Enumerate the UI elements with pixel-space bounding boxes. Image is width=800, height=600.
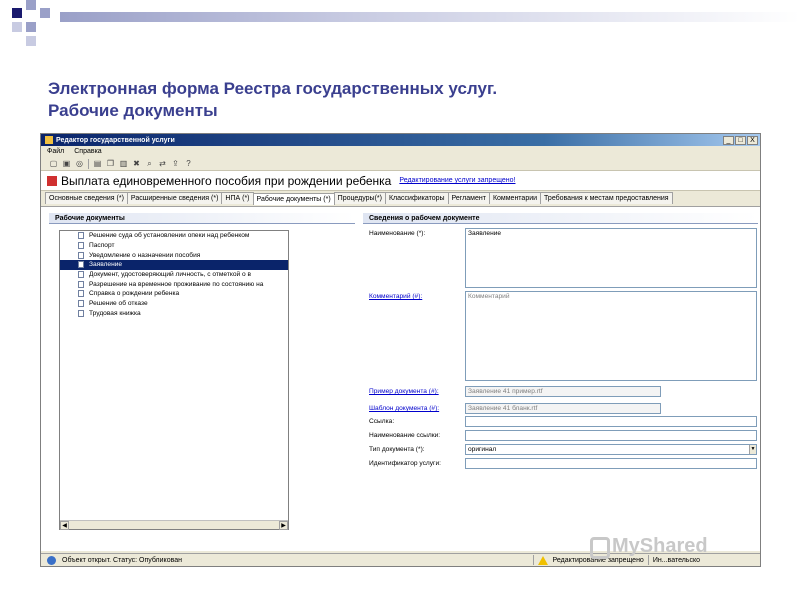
edit-service-link[interactable]: Редактирование услуги запрещено! [399, 177, 515, 184]
menu-file[interactable]: Файл [47, 148, 64, 155]
watermark: MyShared [612, 535, 708, 557]
list-item[interactable]: Документ, удостоверяющий личность, с отм… [60, 270, 288, 280]
tab-bar: Основные сведения (*) Расширенные сведен… [41, 191, 760, 205]
horizontal-scrollbar[interactable]: ◀ ▶ [60, 520, 288, 530]
tab-work-documents[interactable]: Рабочие документы (*) [252, 193, 335, 205]
doctype-value: оригинал [468, 446, 497, 453]
info-icon [47, 555, 56, 565]
list-item[interactable]: Решение суда об установлении опеки над р… [60, 231, 288, 241]
list-item[interactable]: Уведомление о назначении пособия [60, 250, 288, 260]
document-icon [78, 280, 84, 288]
slide-title-line1: Электронная форма Реестра государственны… [48, 79, 498, 98]
tab-classifiers[interactable]: Классификаторы [384, 192, 449, 204]
list-item[interactable]: Трудовая книжка [60, 309, 288, 319]
window-titlebar[interactable]: Редактор государственной услуги _ □ X [41, 134, 760, 146]
scroll-right-icon[interactable]: ▶ [279, 521, 288, 530]
documents-tree[interactable]: Решение суда об установлении опеки над р… [59, 230, 289, 530]
maximize-button[interactable]: □ [735, 135, 746, 145]
service-id-label: Идентификатор услуги: [369, 460, 441, 467]
deco-gradient-bar [60, 12, 800, 22]
minimize-button[interactable]: _ [723, 135, 734, 145]
link-label: Ссылка: [369, 418, 395, 425]
copy-icon[interactable]: ❐ [106, 159, 115, 168]
tab-npa[interactable]: НПА (*) [221, 192, 254, 204]
document-icon [78, 242, 84, 250]
toolbar: ▢ ▣ ◎ ▤ ❐ ▥ ✖ ⌕ ⇄ ⇪ ? [41, 157, 760, 171]
toolbar-separator [88, 158, 89, 169]
slide-title-line2: Рабочие документы [48, 101, 218, 120]
document-icon [78, 290, 84, 298]
comment-label[interactable]: Комментарий (#): [369, 293, 422, 300]
app-window: Редактор государственной услуги _ □ X Фа… [40, 133, 761, 567]
watermark-icon [590, 537, 610, 559]
deco-square [12, 22, 22, 32]
chevron-down-icon[interactable]: ▼ [749, 445, 756, 454]
slide-title: Электронная форма Реестра государственны… [48, 78, 748, 122]
link-field[interactable] [465, 416, 757, 427]
document-icon [78, 309, 84, 317]
close-button[interactable]: X [747, 135, 758, 145]
tab-regulation[interactable]: Регламент [447, 192, 490, 204]
link-name-field[interactable] [465, 430, 757, 441]
app-icon [45, 136, 53, 144]
doctype-label: Тип документа (*): [369, 446, 425, 453]
paste-icon[interactable]: ▥ [119, 159, 128, 168]
name-field[interactable]: Заявление [465, 228, 757, 288]
deco-square [26, 22, 36, 32]
document-icon [78, 251, 84, 259]
window-title: Редактор государственной услуги [56, 136, 175, 144]
documents-panel-header: Рабочие документы [49, 213, 355, 224]
list-item[interactable]: Справка о рождении ребенка [60, 289, 288, 299]
service-id-field[interactable] [465, 458, 757, 469]
service-icon [47, 175, 57, 186]
print-icon[interactable]: ▤ [93, 159, 102, 168]
new-icon[interactable]: ▢ [49, 159, 58, 168]
documents-panel: Рабочие документы Решение суда об устано… [49, 213, 355, 535]
tab-extended-info[interactable]: Расширенные сведения (*) [126, 192, 223, 204]
warning-icon [537, 555, 548, 565]
move-icon[interactable]: ⇄ [158, 159, 167, 168]
document-icon [78, 261, 84, 269]
export-icon[interactable]: ⇪ [171, 159, 180, 168]
name-label: Наименование (*): [369, 230, 426, 237]
tab-comments[interactable]: Комментарии [488, 192, 542, 204]
link-name-label: Наименование ссылки: [369, 432, 441, 439]
tab-procedures[interactable]: Процедуры(*) [333, 192, 386, 204]
document-details-header: Сведения о рабочем документе [363, 213, 758, 224]
find-icon[interactable]: ⌕ [145, 159, 154, 168]
document-icon [78, 271, 84, 279]
document-icon [78, 232, 84, 240]
deco-square [40, 8, 50, 18]
delete-icon[interactable]: ✖ [132, 159, 141, 168]
status-text: Объект открыт. Статус: Опубликован [62, 556, 182, 564]
list-item-selected[interactable]: Заявление [60, 260, 288, 270]
service-header: Выплата единовременного пособия при рожд… [41, 171, 760, 191]
template-field[interactable]: Заявление 41 бланк.rtf [465, 403, 661, 414]
refresh-icon[interactable]: ◎ [75, 159, 84, 168]
service-title: Выплата единовременного пособия при рожд… [61, 173, 392, 188]
comment-field[interactable]: Комментарий [465, 291, 757, 381]
document-details-panel: Сведения о рабочем документе Наименовани… [363, 213, 758, 513]
menu-bar: Файл Справка [41, 146, 760, 157]
list-item[interactable]: Решение об отказе [60, 299, 288, 309]
doctype-select[interactable]: оригинал ▼ [465, 444, 757, 455]
list-item[interactable]: Разрешение на временное проживание по со… [60, 279, 288, 289]
example-field[interactable]: Заявление 41 пример.rtf [465, 386, 661, 397]
deco-square [26, 36, 36, 46]
help-icon[interactable]: ? [184, 159, 193, 168]
list-item[interactable]: Паспорт [60, 241, 288, 251]
document-icon [78, 300, 84, 308]
menu-help[interactable]: Справка [74, 148, 101, 155]
status-separator [532, 555, 534, 565]
tab-main-info[interactable]: Основные сведения (*) [45, 192, 128, 204]
template-label[interactable]: Шаблон документа (#): [369, 405, 439, 412]
save-icon[interactable]: ▣ [62, 159, 71, 168]
tab-content: Рабочие документы Решение суда об устано… [41, 206, 760, 551]
scroll-left-icon[interactable]: ◀ [60, 521, 69, 530]
deco-square [12, 8, 22, 18]
tab-place-requirements[interactable]: Требования к местам предоставления [540, 192, 673, 204]
deco-square [26, 0, 36, 10]
example-label[interactable]: Пример документа (#): [369, 388, 439, 395]
